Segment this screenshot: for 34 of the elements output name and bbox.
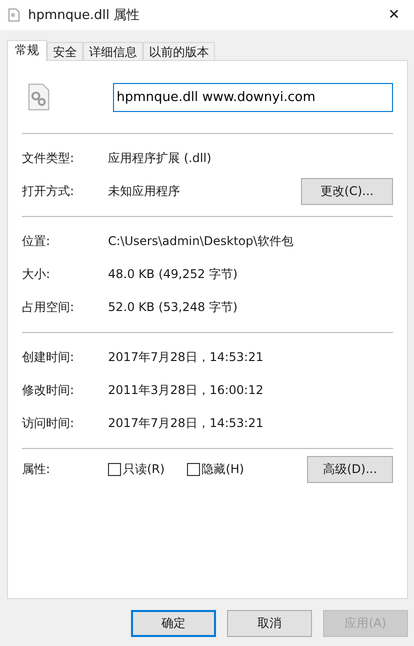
field-value: 2017年7月28日，14:53:21 (108, 415, 264, 432)
tab[interactable]: 以前的版本 (143, 42, 215, 60)
field-value: 未知应用程序 (108, 183, 181, 200)
attribute-checkbox[interactable]: 隐藏(H) (186, 460, 244, 478)
field-value: 应用程序扩展 (.dll) (108, 150, 212, 167)
tab[interactable]: 常规 (7, 40, 47, 61)
dialog-button[interactable]: 取消 (227, 610, 312, 637)
field-label: 占用空间: (22, 299, 76, 316)
field-value: 2017年7月28日，14:53:21 (108, 349, 264, 366)
field-value: 52.0 KB (53,248 字节) (108, 299, 239, 316)
file-name-field[interactable]: hpmnque.dll www.downyi.com (112, 82, 393, 112)
attribute-checkbox[interactable]: 只读(R) (108, 460, 165, 478)
change-button[interactable]: 更改(C)... (301, 178, 393, 205)
field-value: C:\Users\admin\Desktop\软件包 (108, 233, 294, 250)
field-label: 创建时间: (22, 349, 76, 366)
checkbox-square[interactable] (108, 462, 121, 476)
field-label: 打开方式: (22, 183, 76, 200)
tab[interactable]: 安全 (47, 42, 83, 60)
advanced-button[interactable]: 高级(D)... (307, 456, 393, 482)
close-button[interactable]: ✕ (374, 7, 414, 23)
tab[interactable]: 详细信息 (83, 42, 143, 60)
field-label: 访问时间: (22, 415, 76, 432)
checkbox-square[interactable] (186, 462, 200, 476)
field-label: 属性: (22, 460, 52, 478)
dialog-button[interactable]: 确定 (131, 610, 216, 637)
field-label: 修改时间: (22, 382, 76, 399)
field-label: 文件类型: (22, 150, 76, 167)
field-value: 2011年3月28日，16:00:12 (108, 382, 264, 399)
file-icon (8, 8, 20, 22)
field-value: 48.0 KB (49,252 字节) (108, 266, 239, 283)
field-label: 位置: (22, 233, 52, 250)
field-label: 大小: (22, 266, 52, 283)
window-title: hpmnque.dll 属性 (28, 7, 141, 24)
settings-file-icon (28, 83, 50, 111)
